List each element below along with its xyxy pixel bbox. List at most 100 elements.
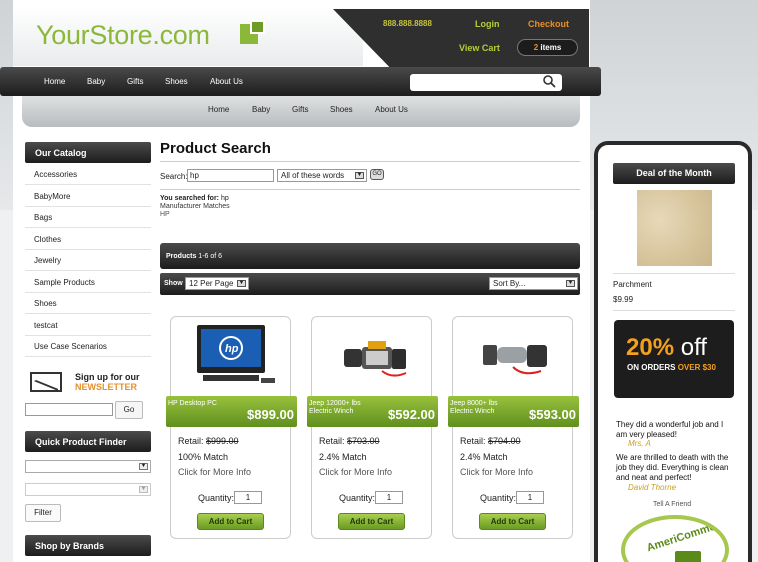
finder-select-2[interactable]: ▼ — [25, 483, 151, 496]
category-item[interactable]: Sample Products — [25, 271, 151, 293]
category-item[interactable]: testcat — [25, 314, 151, 336]
cart-items-badge[interactable]: 2 items — [517, 39, 578, 56]
more-info-link[interactable]: Click for More Info — [460, 467, 533, 477]
promo-banner[interactable]: 20% off ON ORDERS OVER $30 — [614, 320, 734, 398]
product-price-bar[interactable]: HP Desktop PC $899.00 — [166, 396, 297, 427]
subnav-gifts[interactable]: Gifts — [292, 105, 308, 114]
product-card — [452, 316, 573, 539]
testimonial-author: Mrs. A — [628, 439, 651, 448]
match-percent: 2.4% Match — [319, 452, 367, 462]
nav-shoes[interactable]: Shoes — [165, 77, 188, 86]
product-image-winch-8000[interactable] — [463, 323, 563, 395]
search-mode-value: All of these words — [281, 171, 345, 180]
show-label: Show — [164, 280, 183, 287]
subnav-about-us[interactable]: About Us — [375, 105, 408, 114]
category-item[interactable]: Clothes — [25, 228, 151, 250]
more-info-link[interactable]: Click for More Info — [319, 467, 392, 477]
testimonial-author: David Thorne — [628, 483, 677, 492]
product-price-bar[interactable]: Jeep 12000+ lbs Electric Winch $592.00 — [307, 396, 438, 427]
product-card: hp — [170, 316, 291, 539]
per-page-value: 12 Per Page — [189, 279, 234, 288]
dropdown-arrow-icon: ▼ — [139, 463, 148, 470]
view-cart-link[interactable]: View Cart — [459, 43, 500, 53]
dropdown-arrow-icon: ▼ — [237, 280, 246, 287]
you-searched-value: hp — [220, 195, 229, 202]
retail-label: Retail: — [460, 436, 486, 446]
cart-icon — [675, 551, 701, 562]
quantity-label: Quantity: — [339, 493, 376, 503]
dropdown-arrow-icon: ▼ — [139, 486, 148, 493]
page-title: Product Search — [160, 140, 271, 157]
promo-on-label: ON ORDERS — [627, 363, 676, 372]
nav-gifts[interactable]: Gifts — [127, 77, 143, 86]
category-item[interactable]: Use Case Scenarios — [25, 335, 151, 357]
deal-product-name[interactable]: Parchment — [613, 280, 652, 289]
category-item[interactable]: Bags — [25, 206, 151, 228]
product-name[interactable]: HP Desktop PC — [168, 400, 238, 408]
search-go-button[interactable]: GO — [370, 169, 384, 180]
search-icon[interactable] — [542, 74, 556, 90]
nav-home[interactable]: Home — [44, 77, 65, 86]
quantity-input[interactable]: 1 — [234, 491, 262, 504]
category-item[interactable]: Shoes — [25, 292, 151, 314]
manufacturer-matches-label: Manufacturer Matches — [160, 203, 230, 210]
per-page-select[interactable]: 12 Per Page ▼ — [185, 277, 249, 290]
subnav-baby[interactable]: Baby — [252, 105, 270, 114]
add-to-cart-button[interactable]: Add to Cart — [338, 513, 405, 530]
store-logo[interactable]: YourStore.com — [36, 20, 210, 51]
sub-nav: Home Baby Gifts Shoes About Us — [22, 96, 580, 127]
product-price-bar[interactable]: Jeep 8000+ lbs Electric Winch $593.00 — [448, 396, 579, 427]
quantity-input[interactable]: 1 — [516, 491, 544, 504]
product-price: $592.00 — [388, 407, 435, 422]
search-summary: You searched for: hp Manufacturer Matche… — [160, 195, 230, 219]
product-name[interactable]: Jeep 12000+ lbs Electric Winch — [309, 400, 379, 416]
retail-value: $704.00 — [488, 436, 521, 446]
checkout-link[interactable]: Checkout — [528, 19, 569, 29]
nav-about-us[interactable]: About Us — [210, 77, 243, 86]
promo-percent: 20% off — [626, 334, 707, 362]
promo-over-label: OVER $30 — [677, 363, 716, 372]
sort-by-select[interactable]: Sort By... ▼ — [489, 277, 578, 290]
deal-product-image[interactable] — [637, 190, 712, 266]
divider — [160, 161, 580, 162]
divider — [613, 273, 735, 274]
manufacturer-match-hp[interactable]: HP — [160, 211, 230, 219]
subnav-shoes[interactable]: Shoes — [330, 105, 353, 114]
seal-text: AmeriCommerce — [645, 515, 729, 555]
search-label: Search: — [160, 172, 188, 181]
product-image-desktop[interactable]: hp — [181, 323, 281, 395]
quantity-label: Quantity: — [198, 493, 235, 503]
you-searched-label: You searched for: — [160, 195, 219, 202]
quantity-input[interactable]: 1 — [375, 491, 403, 504]
product-name[interactable]: Jeep 8000+ lbs Electric Winch — [450, 400, 520, 416]
products-count-bar: Products 1-6 of 6 — [160, 243, 580, 269]
login-link[interactable]: Login — [475, 19, 500, 29]
testimonial: We are thrilled to death with the job th… — [616, 453, 729, 482]
filter-button[interactable]: Filter — [25, 504, 61, 522]
finder-select-1[interactable]: ▼ — [25, 460, 151, 473]
category-item[interactable]: BabyMore — [25, 185, 151, 207]
testimonial: They did a wonderful job and I am very p… — [616, 420, 724, 439]
retail-label: Retail: — [178, 436, 204, 446]
add-to-cart-button[interactable]: Add to Cart — [197, 513, 264, 530]
search-mode-select[interactable]: All of these words ▼ — [277, 169, 367, 182]
add-to-cart-button[interactable]: Add to Cart — [479, 513, 546, 530]
product-image-winch-12000[interactable] — [322, 323, 422, 395]
newsletter-line1: Sign up for our — [75, 372, 140, 382]
category-item[interactable]: Accessories — [25, 163, 151, 185]
dropdown-arrow-icon: ▼ — [566, 280, 575, 287]
newsletter-go-button[interactable]: Go — [115, 401, 143, 419]
promo-pct-value: 20% — [626, 334, 675, 361]
match-percent: 2.4% Match — [460, 452, 508, 462]
subnav-home[interactable]: Home — [208, 105, 229, 114]
newsletter-email-input[interactable] — [25, 403, 113, 416]
nav-baby[interactable]: Baby — [87, 77, 105, 86]
brands-header: Shop by Brands — [25, 535, 151, 556]
more-info-link[interactable]: Click for More Info — [178, 467, 251, 477]
product-price: $899.00 — [247, 407, 294, 422]
tell-a-friend-link[interactable]: Tell A Friend — [653, 501, 691, 508]
site-search-input[interactable] — [410, 74, 562, 91]
category-item[interactable]: Jewelry — [25, 249, 151, 271]
retail-value: $703.00 — [347, 436, 380, 446]
search-query-input[interactable]: hp — [187, 169, 274, 182]
